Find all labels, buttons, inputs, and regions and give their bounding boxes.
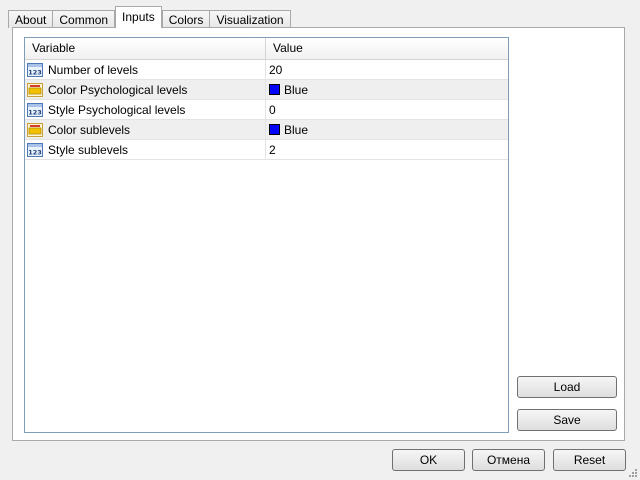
svg-text:123: 123 — [28, 148, 42, 156]
variable-label: Number of levels — [48, 62, 139, 77]
variable-label: Style Psychological levels — [48, 102, 186, 117]
color-param-icon — [27, 122, 43, 137]
variable-cell: Color Psychological levels — [25, 80, 266, 99]
svg-text:123: 123 — [28, 108, 42, 116]
save-button[interactable]: Save — [517, 409, 617, 431]
grid-header: Variable Value — [25, 38, 508, 60]
color-swatch — [269, 84, 280, 95]
value-cell[interactable]: Blue — [266, 80, 508, 99]
cancel-button[interactable]: Отмена — [472, 449, 545, 471]
numeric-icon: 123 — [27, 142, 43, 157]
tab-visualization[interactable]: Visualization — [209, 10, 291, 28]
tab-common[interactable]: Common — [52, 10, 116, 28]
ok-button[interactable]: OK — [392, 449, 465, 471]
tab-about[interactable]: About — [8, 10, 54, 28]
color-param-icon — [27, 82, 43, 97]
inputs-panel: Variable Value 123 Number of levels 20 C… — [12, 27, 625, 441]
variable-cell: 123 Number of levels — [25, 60, 266, 79]
color-swatch — [269, 124, 280, 135]
variable-label: Color Psychological levels — [48, 82, 188, 97]
tab-colors[interactable]: Colors — [161, 10, 211, 28]
value-text: 0 — [269, 102, 276, 117]
value-text: Blue — [284, 122, 309, 137]
load-button[interactable]: Load — [517, 376, 617, 398]
variable-cell: Color sublevels — [25, 120, 266, 139]
column-header-value[interactable]: Value — [266, 38, 508, 59]
table-row[interactable]: Color sublevels Blue — [25, 120, 508, 140]
svg-text:123: 123 — [28, 68, 42, 76]
value-cell[interactable]: 2 — [266, 140, 508, 159]
numeric-icon: 123 — [27, 62, 43, 77]
table-row[interactable]: 123 Number of levels 20 — [25, 60, 508, 80]
value-text: Blue — [284, 82, 309, 97]
variable-label: Color sublevels — [48, 122, 131, 137]
value-cell[interactable]: 20 — [266, 60, 508, 79]
value-cell[interactable]: Blue — [266, 120, 508, 139]
value-cell[interactable]: 0 — [266, 100, 508, 119]
table-row[interactable]: 123 Style Psychological levels 0 — [25, 100, 508, 120]
variable-label: Style sublevels — [48, 142, 129, 157]
variable-cell: 123 Style sublevels — [25, 140, 266, 159]
reset-button[interactable]: Reset — [553, 449, 626, 471]
inputs-grid: Variable Value 123 Number of levels 20 C… — [24, 37, 509, 433]
numeric-icon: 123 — [27, 102, 43, 117]
value-text: 20 — [269, 62, 283, 77]
variable-cell: 123 Style Psychological levels — [25, 100, 266, 119]
tab-inputs[interactable]: Inputs — [115, 6, 162, 28]
table-row[interactable]: 123 Style sublevels 2 — [25, 140, 508, 160]
resize-grip-icon[interactable] — [628, 468, 638, 478]
column-header-variable[interactable]: Variable — [25, 38, 266, 59]
value-text: 2 — [269, 142, 276, 157]
table-row[interactable]: Color Psychological levels Blue — [25, 80, 508, 100]
tab-bar: About Common Inputs Colors Visualization — [8, 6, 291, 28]
